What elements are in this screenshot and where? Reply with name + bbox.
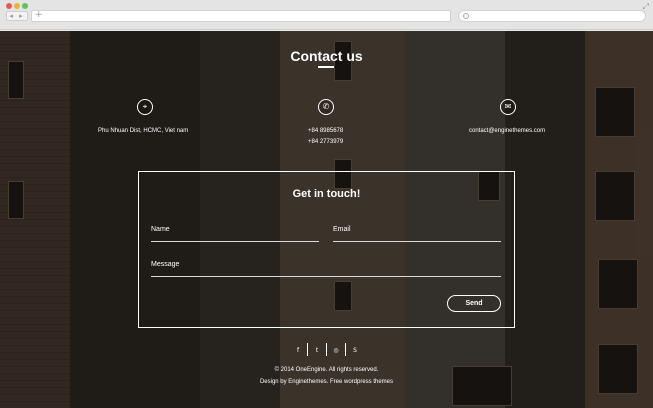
title-underline	[318, 66, 334, 68]
browser-search-bar[interactable]	[458, 10, 646, 22]
contact-section: Contact us ⌖ Phu Nhuan Dist, HCMC, Viet …	[0, 31, 653, 408]
phone-number: +84 8985678	[308, 128, 344, 134]
dribbble-icon[interactable]: ◎	[329, 345, 343, 356]
contact-form: Get in touch! Name Email Message Send	[138, 171, 515, 328]
new-tab-icon[interactable]: +	[35, 10, 43, 20]
social-divider	[326, 343, 327, 356]
address-text: Phu Nhuan Dist, HCMC, Viet nam	[98, 128, 189, 134]
search-icon	[463, 13, 469, 19]
page-title: Contact us	[290, 48, 363, 64]
email-link[interactable]: contact@enginethemes.com	[469, 126, 545, 137]
maximize-window-button[interactable]	[22, 3, 28, 9]
twitter-icon[interactable]: t	[310, 345, 324, 356]
email-field[interactable]: Email	[333, 226, 501, 242]
copyright-text: © 2014 OneEngine. All rights reserved.	[274, 367, 379, 373]
designed-by-text[interactable]: Design by Enginethemes. Free wordpress t…	[0, 379, 653, 385]
form-title: Get in touch!	[292, 188, 361, 200]
send-button[interactable]: Send	[447, 295, 501, 312]
mail-icon: ✉	[500, 99, 516, 115]
phone-number: +84 2773979	[308, 139, 344, 145]
facebook-icon[interactable]: f	[291, 345, 305, 356]
close-window-button[interactable]	[6, 3, 12, 9]
resize-icon[interactable]: ⤢	[643, 2, 649, 12]
social-divider	[307, 343, 308, 356]
social-divider	[345, 343, 346, 356]
location-pin-icon: ⌖	[137, 99, 153, 115]
name-field[interactable]: Name	[151, 226, 319, 242]
browser-toolbar: ◂ ▸ + ⤢	[0, 0, 653, 30]
address-bar[interactable]: +	[31, 10, 451, 22]
back-forward-buttons[interactable]: ◂ ▸	[6, 11, 28, 21]
message-field[interactable]: Message	[151, 261, 501, 277]
minimize-window-button[interactable]	[14, 3, 20, 9]
skype-icon[interactable]: S	[348, 345, 362, 356]
phone-icon: ✆	[318, 99, 334, 115]
